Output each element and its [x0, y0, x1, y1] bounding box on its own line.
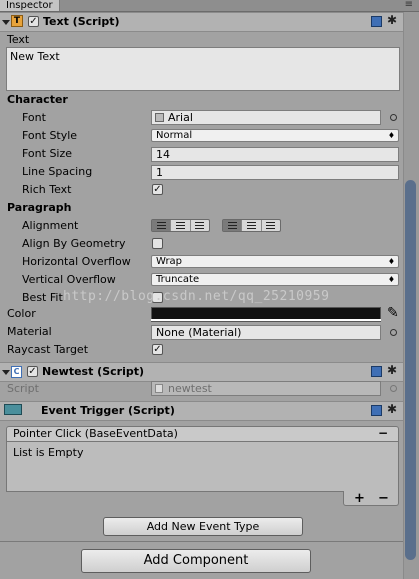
- align-middle-button[interactable]: [242, 220, 262, 231]
- h-overflow-value: Wrap: [156, 256, 183, 267]
- help-book-icon[interactable]: [371, 16, 382, 27]
- align-left-icon: [156, 222, 166, 229]
- v-overflow-label: Vertical Overflow: [22, 273, 116, 286]
- tab-bar: [0, 0, 419, 12]
- material-label: Material: [7, 325, 52, 338]
- font-size-label: Font Size: [22, 147, 73, 160]
- align-top-button[interactable]: [223, 220, 243, 231]
- dropdown-arrow-icon: ♦: [387, 275, 395, 284]
- newtest-enabled-checkbox[interactable]: ✓: [27, 366, 38, 377]
- alignment-label: Alignment: [22, 219, 79, 232]
- font-style-label: Font Style: [22, 129, 78, 142]
- raycast-target-label: Raycast Target: [7, 343, 89, 356]
- font-asset-icon: [155, 113, 164, 122]
- align-center-button[interactable]: [171, 220, 191, 231]
- font-style-value: Normal: [156, 130, 193, 141]
- paragraph-section: Paragraph: [7, 201, 72, 214]
- gear-icon[interactable]: ✱: [387, 13, 397, 27]
- add-new-event-type-button[interactable]: Add New Event Type: [103, 517, 303, 536]
- h-overflow-label: Horizontal Overflow: [22, 255, 131, 268]
- add-listener-button[interactable]: +: [354, 491, 365, 506]
- align-middle-icon: [246, 222, 256, 229]
- raycast-target-checkbox[interactable]: ✓: [152, 344, 163, 355]
- fold-arrow-icon[interactable]: [2, 20, 10, 25]
- font-size-input[interactable]: 14: [151, 147, 399, 162]
- text-component-icon: T: [11, 15, 23, 27]
- script-field: newtest: [151, 381, 381, 396]
- remove-listener-button[interactable]: −: [378, 491, 389, 506]
- text-value: New Text: [10, 50, 60, 63]
- watermark: http://blog.csdn.net/qq_25210959: [63, 289, 330, 304]
- event-trigger-title: Event Trigger (Script): [41, 404, 175, 417]
- font-style-dropdown[interactable]: Normal ♦: [151, 129, 399, 142]
- text-enabled-checkbox[interactable]: ✓: [28, 16, 39, 27]
- horizontal-alignment-group: [151, 219, 210, 232]
- v-overflow-value: Truncate: [156, 274, 200, 285]
- material-field[interactable]: None (Material): [151, 325, 381, 340]
- color-label: Color: [7, 307, 36, 320]
- best-fit-label: Best Fit: [22, 291, 63, 304]
- font-size-value: 14: [156, 148, 170, 161]
- object-picker-icon[interactable]: [390, 329, 397, 336]
- event-trigger-icon: [4, 404, 22, 415]
- checkmark-icon: ✓: [28, 366, 37, 377]
- pointer-click-label: Pointer Click (BaseEventData): [13, 427, 178, 440]
- checkmark-icon: ✓: [153, 184, 162, 195]
- panel-menu-icon[interactable]: ≡: [405, 0, 413, 10]
- align-right-button[interactable]: [191, 220, 209, 231]
- event-list-box: List is Empty: [6, 442, 399, 492]
- script-label: Script: [7, 382, 39, 395]
- h-overflow-dropdown[interactable]: Wrap ♦: [151, 255, 399, 268]
- gear-icon[interactable]: ✱: [387, 402, 397, 416]
- checkmark-icon: ✓: [29, 16, 38, 27]
- list-empty-text: List is Empty: [13, 446, 84, 459]
- align-right-icon: [195, 222, 205, 229]
- line-spacing-value: 1: [156, 166, 163, 179]
- align-left-button[interactable]: [152, 220, 172, 231]
- eyedropper-icon[interactable]: ✎: [387, 305, 399, 321]
- text-field-label: Text: [7, 33, 30, 46]
- dropdown-arrow-icon: ♦: [387, 257, 395, 266]
- pointer-click-header: Pointer Click (BaseEventData): [6, 426, 399, 442]
- object-picker-icon[interactable]: [390, 114, 397, 121]
- checkmark-icon: ✓: [153, 344, 162, 355]
- rich-text-label: Rich Text: [22, 183, 72, 196]
- help-book-icon[interactable]: [371, 405, 382, 416]
- dropdown-arrow-icon: ♦: [387, 131, 395, 140]
- fold-arrow-icon[interactable]: [2, 370, 10, 375]
- script-asset-icon: [155, 384, 163, 393]
- rich-text-checkbox[interactable]: ✓: [152, 184, 163, 195]
- align-geometry-label: Align By Geometry: [22, 237, 126, 250]
- align-bottom-icon: [266, 222, 276, 229]
- align-bottom-button[interactable]: [262, 220, 280, 231]
- material-value: None (Material): [156, 326, 242, 339]
- text-component-title: Text (Script): [43, 15, 120, 28]
- script-value: newtest: [168, 382, 212, 395]
- object-picker-icon: [390, 385, 397, 392]
- align-top-icon: [227, 222, 237, 229]
- newtest-component-title: Newtest (Script): [42, 365, 145, 378]
- line-spacing-input[interactable]: 1: [151, 165, 399, 180]
- font-label: Font: [22, 111, 46, 124]
- align-center-icon: [175, 222, 185, 229]
- add-component-button[interactable]: Add Component: [81, 549, 311, 573]
- script-file-icon: C: [11, 366, 22, 378]
- align-geometry-checkbox[interactable]: [152, 238, 163, 249]
- line-spacing-label: Line Spacing: [22, 165, 93, 178]
- remove-event-button[interactable]: −: [378, 426, 388, 440]
- divider: [0, 541, 403, 542]
- font-field[interactable]: Arial: [151, 110, 381, 125]
- text-textarea[interactable]: New Text: [6, 47, 400, 91]
- vertical-alignment-group: [222, 219, 281, 232]
- font-value: Arial: [168, 111, 193, 124]
- list-footer: [343, 491, 399, 506]
- tab-inspector-label: Inspector: [6, 0, 53, 11]
- scrollbar-thumb[interactable]: [405, 180, 416, 560]
- character-section: Character: [7, 93, 68, 106]
- tab-inspector[interactable]: Inspector: [0, 0, 60, 11]
- v-overflow-dropdown[interactable]: Truncate ♦: [151, 273, 399, 286]
- gear-icon[interactable]: ✱: [387, 363, 397, 377]
- color-alpha-bar: [151, 319, 381, 321]
- help-book-icon[interactable]: [371, 366, 382, 377]
